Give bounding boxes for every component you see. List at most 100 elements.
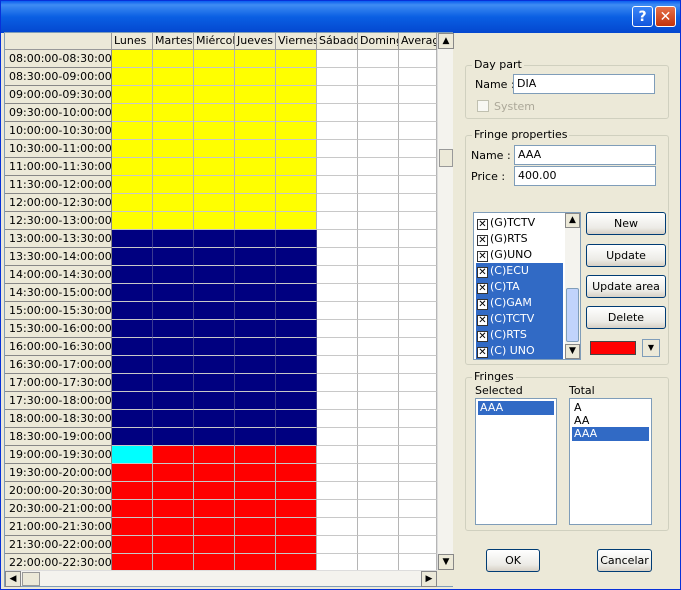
grid-cell[interactable] xyxy=(358,518,399,536)
scroll-down-button[interactable]: ▼ xyxy=(438,554,454,570)
grid-cell[interactable] xyxy=(276,212,317,230)
grid-cell[interactable] xyxy=(112,338,153,356)
grid-cell[interactable] xyxy=(276,410,317,428)
grid-cell[interactable] xyxy=(358,356,399,374)
grid-cell[interactable] xyxy=(399,302,437,320)
row-header[interactable]: 13:30:00-14:00:00 xyxy=(5,248,112,266)
grid-cell[interactable] xyxy=(235,284,276,302)
grid-cell[interactable] xyxy=(153,356,194,374)
grid-cell[interactable] xyxy=(194,392,235,410)
grid-cell[interactable] xyxy=(358,122,399,140)
grid-cell[interactable] xyxy=(317,50,358,68)
row-header[interactable]: 15:30:00-16:00:00 xyxy=(5,320,112,338)
vertical-scroll-thumb[interactable] xyxy=(439,149,453,167)
grid-cell[interactable] xyxy=(112,500,153,518)
row-header[interactable]: 10:00:00-10:30:00 xyxy=(5,122,112,140)
help-button[interactable]: ? xyxy=(632,6,653,27)
grid-cell[interactable] xyxy=(235,194,276,212)
grid-cell[interactable] xyxy=(358,482,399,500)
grid-cell[interactable] xyxy=(276,176,317,194)
grid-cell[interactable] xyxy=(358,446,399,464)
grid-cell[interactable] xyxy=(399,230,437,248)
grid-cell[interactable] xyxy=(153,266,194,284)
grid-cell[interactable] xyxy=(358,536,399,554)
grid-cell[interactable] xyxy=(194,320,235,338)
checkbox-icon[interactable]: ✕ xyxy=(477,267,488,278)
grid-cell[interactable] xyxy=(235,104,276,122)
selected-fringes-list[interactable]: AAA xyxy=(475,398,557,525)
grid-cell[interactable] xyxy=(153,518,194,536)
grid-cell[interactable] xyxy=(399,140,437,158)
grid-cell[interactable] xyxy=(276,320,317,338)
grid-cell[interactable] xyxy=(194,374,235,392)
grid-cell[interactable] xyxy=(112,374,153,392)
grid-cell[interactable] xyxy=(317,356,358,374)
fringe-list-item[interactable]: AAA xyxy=(572,427,649,441)
grid-cell[interactable] xyxy=(153,50,194,68)
grid-cell[interactable] xyxy=(194,122,235,140)
grid-cell[interactable] xyxy=(235,446,276,464)
fringe-price-input[interactable]: 400.00 xyxy=(514,166,656,186)
grid-cell[interactable] xyxy=(235,248,276,266)
grid-cell[interactable] xyxy=(317,320,358,338)
grid-cell[interactable] xyxy=(112,518,153,536)
grid-cell[interactable] xyxy=(358,374,399,392)
grid-cell[interactable] xyxy=(112,464,153,482)
grid-cell[interactable] xyxy=(194,302,235,320)
grid-cell[interactable] xyxy=(358,68,399,86)
column-header[interactable]: Averag xyxy=(399,33,437,50)
grid-cell[interactable] xyxy=(358,248,399,266)
fringe-list-item[interactable]: AA xyxy=(572,414,649,428)
grid-cell[interactable] xyxy=(235,68,276,86)
grid-cell[interactable] xyxy=(317,374,358,392)
row-header[interactable]: 13:00:00-13:30:00 xyxy=(5,230,112,248)
grid-cell[interactable] xyxy=(235,266,276,284)
grid-cell[interactable] xyxy=(317,104,358,122)
update-button[interactable]: Update xyxy=(586,244,666,267)
row-header[interactable]: 21:00:00-21:30:00 xyxy=(5,518,112,536)
grid-cell[interactable] xyxy=(399,248,437,266)
row-header[interactable]: 11:30:00-12:00:00 xyxy=(5,176,112,194)
row-header[interactable]: 12:00:00-12:30:00 xyxy=(5,194,112,212)
grid-cell[interactable] xyxy=(276,356,317,374)
row-header[interactable]: 14:00:00-14:30:00 xyxy=(5,266,112,284)
grid-cell[interactable] xyxy=(276,464,317,482)
grid-cell[interactable] xyxy=(358,392,399,410)
grid-cell[interactable] xyxy=(153,86,194,104)
grid-cell[interactable] xyxy=(235,500,276,518)
grid-cell[interactable] xyxy=(235,338,276,356)
grid-cell[interactable] xyxy=(358,410,399,428)
grid-cell[interactable] xyxy=(276,374,317,392)
grid-cell[interactable] xyxy=(317,392,358,410)
grid-cell[interactable] xyxy=(194,86,235,104)
grid-cell[interactable] xyxy=(194,176,235,194)
grid-cell[interactable] xyxy=(153,212,194,230)
grid-cell[interactable] xyxy=(276,302,317,320)
channel-item[interactable]: ✕ (C)TA xyxy=(476,279,563,295)
grid-cell[interactable] xyxy=(399,410,437,428)
grid-cell[interactable] xyxy=(112,140,153,158)
grid-cell[interactable] xyxy=(235,176,276,194)
channel-item[interactable]: ✕ (C) UNO xyxy=(476,343,563,359)
grid-cell[interactable] xyxy=(317,302,358,320)
grid-cell[interactable] xyxy=(317,140,358,158)
grid-cell[interactable] xyxy=(317,518,358,536)
grid-cell[interactable] xyxy=(112,230,153,248)
grid-cell[interactable] xyxy=(153,464,194,482)
grid-cell[interactable] xyxy=(399,464,437,482)
grid-cell[interactable] xyxy=(153,428,194,446)
channel-item[interactable]: ✕ (C)TCTV xyxy=(476,311,563,327)
grid-cell[interactable] xyxy=(194,410,235,428)
grid-cell[interactable] xyxy=(153,302,194,320)
grid-cell[interactable] xyxy=(194,464,235,482)
grid-cell[interactable] xyxy=(194,68,235,86)
grid-cell[interactable] xyxy=(276,248,317,266)
grid-cell[interactable] xyxy=(358,104,399,122)
grid-cell[interactable] xyxy=(317,68,358,86)
checkbox-icon[interactable]: ✕ xyxy=(477,283,488,294)
grid-cell[interactable] xyxy=(399,68,437,86)
grid-cell[interactable] xyxy=(153,284,194,302)
row-header[interactable]: 12:30:00-13:00:00 xyxy=(5,212,112,230)
grid-cell[interactable] xyxy=(194,194,235,212)
grid-cell[interactable] xyxy=(153,410,194,428)
